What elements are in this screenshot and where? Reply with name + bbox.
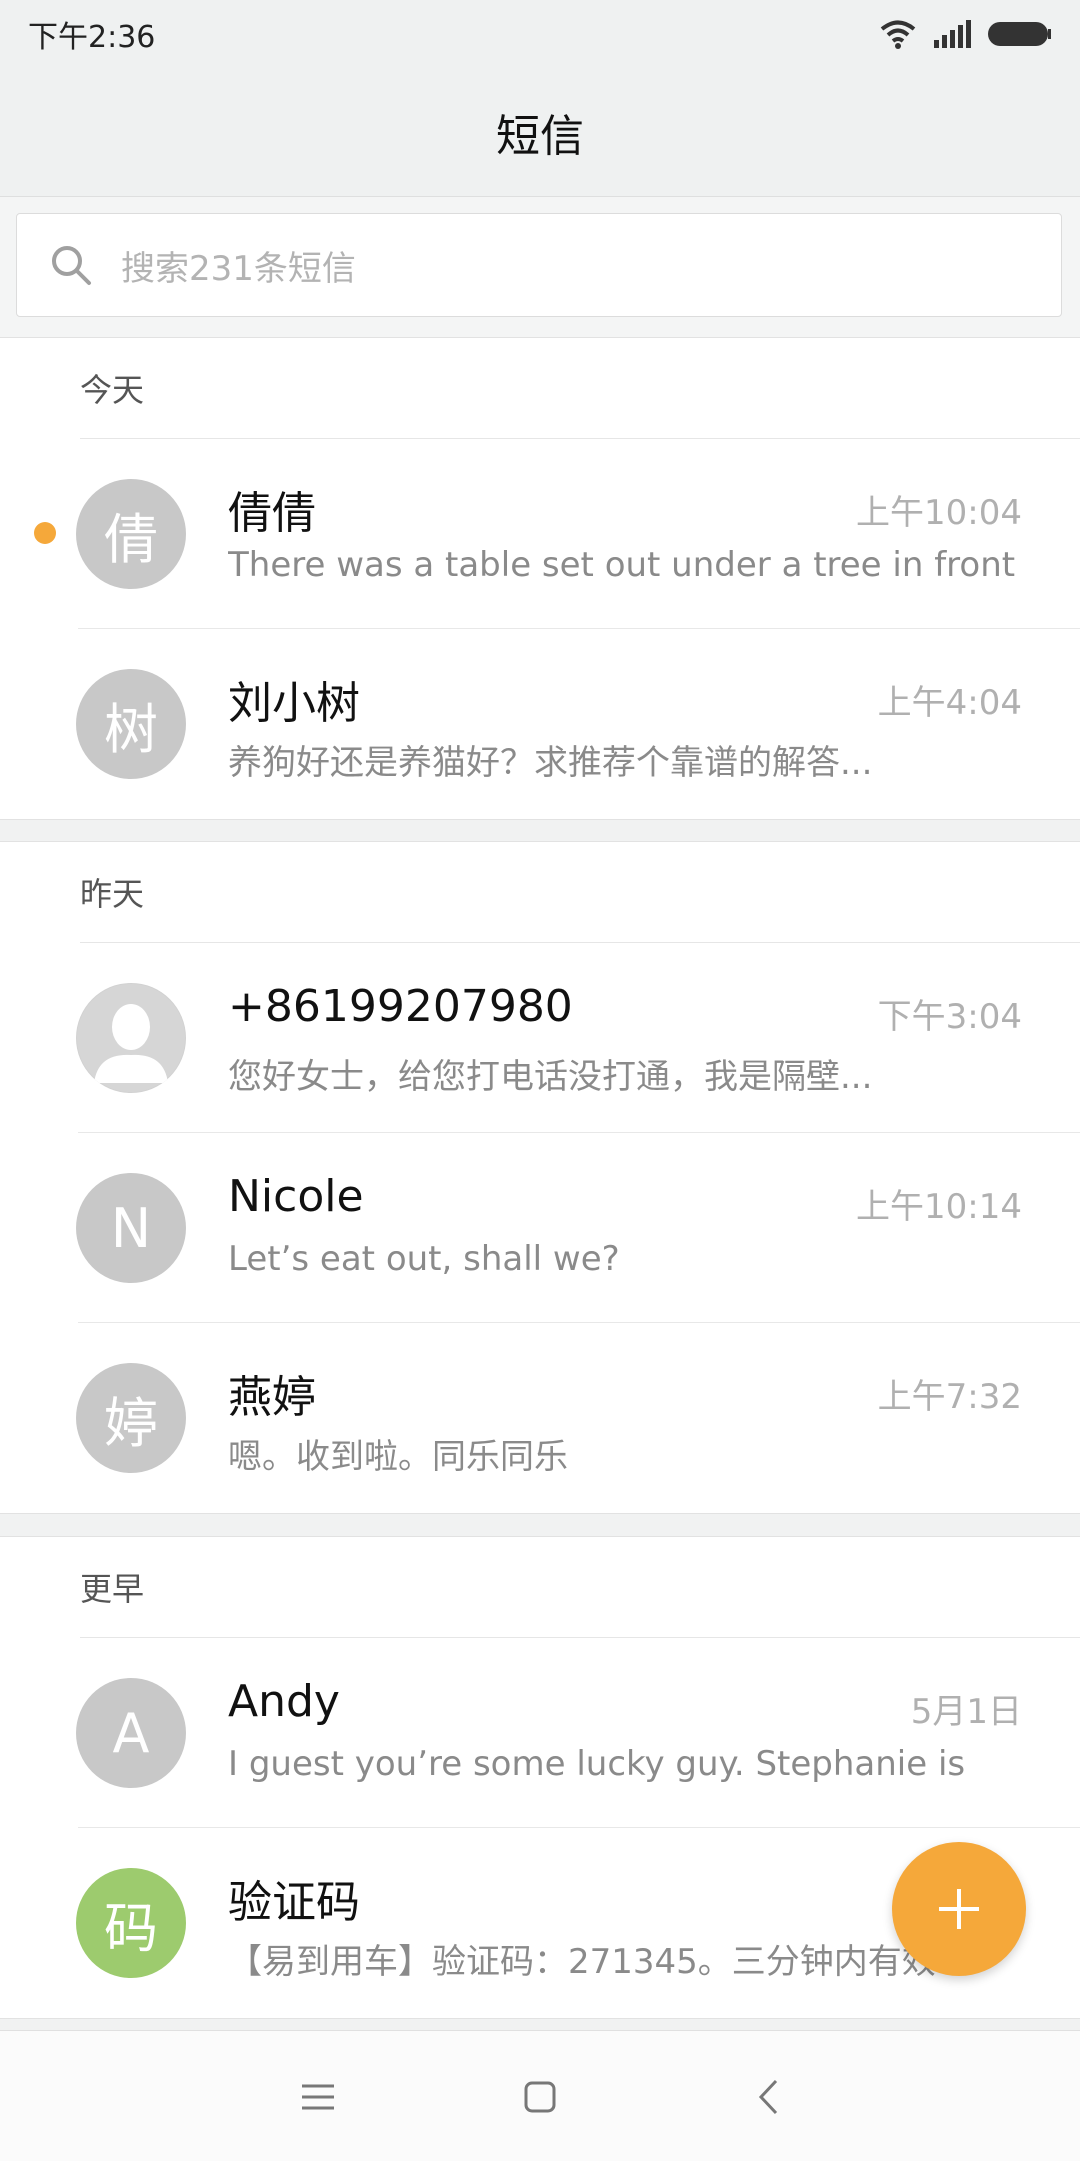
search-input[interactable]: 搜索231条短信 bbox=[16, 213, 1062, 317]
back-icon bbox=[758, 2079, 778, 2115]
app-header: 短信 bbox=[0, 68, 1080, 197]
message-preview: 您好女士，给您打电话没打通，我是隔壁... bbox=[228, 1057, 873, 1097]
conversation-row[interactable]: +86199207980 下午3:04 您好女士，给您打电话没打通，我是隔壁..… bbox=[0, 943, 1080, 1133]
message-preview: There was a table set out under a tree i… bbox=[228, 545, 1023, 585]
page-title: 短信 bbox=[496, 111, 584, 162]
search-icon bbox=[52, 246, 91, 285]
message-preview: 嗯。收到啦。同乐同乐 bbox=[228, 1437, 568, 1477]
menu-icon bbox=[302, 2084, 334, 2110]
contact-name: 燕婷 bbox=[228, 1372, 316, 1423]
contact-name: 倩倩 bbox=[228, 488, 316, 539]
search-area: 搜索231条短信 bbox=[0, 197, 1080, 337]
section-header: 更早 bbox=[80, 1537, 1080, 1638]
section-today: 今天 倩 倩倩 上午10:04 There was a table set ou… bbox=[0, 337, 1080, 820]
wifi-icon bbox=[880, 20, 916, 49]
message-time: 上午10:04 bbox=[856, 493, 1022, 533]
avatar: 码 bbox=[76, 1868, 186, 1978]
section-label: 昨天 bbox=[80, 875, 145, 913]
avatar: 婷 bbox=[76, 1363, 186, 1473]
contact-name: +86199207980 bbox=[228, 981, 573, 1032]
new-message-button[interactable] bbox=[892, 1842, 1026, 1976]
status-time: 下午2:36 bbox=[28, 20, 156, 55]
search-placeholder: 搜索231条短信 bbox=[121, 248, 356, 289]
conversation-row[interactable]: 婷 燕婷 上午7:32 嗯。收到啦。同乐同乐 bbox=[0, 1323, 1080, 1513]
battery-icon bbox=[988, 22, 1051, 46]
conversation-row[interactable]: 树 刘小树 上午4:04 养狗好还是养猫好？求推荐个靠谱的解答... bbox=[0, 629, 1080, 819]
conversation-row[interactable]: 倩 倩倩 上午10:04 There was a table set out u… bbox=[0, 439, 1080, 629]
avatar: N bbox=[76, 1173, 186, 1283]
home-icon bbox=[524, 2081, 556, 2113]
section-label: 更早 bbox=[80, 1570, 145, 1608]
plus-icon bbox=[939, 1889, 979, 1929]
status-bar: 下午2:36 bbox=[0, 0, 1080, 68]
contact-name: 验证码 bbox=[228, 1877, 360, 1928]
message-time: 上午7:32 bbox=[877, 1377, 1022, 1417]
message-preview: I guest you’re some lucky guy. Stephanie… bbox=[228, 1744, 966, 1784]
message-preview: Let’s eat out, shall we? bbox=[228, 1239, 620, 1279]
section-header: 昨天 bbox=[80, 842, 1080, 943]
message-time: 上午10:14 bbox=[856, 1187, 1022, 1227]
contact-name: Nicole bbox=[228, 1171, 364, 1222]
home-button[interactable] bbox=[512, 2069, 568, 2125]
contact-name: 刘小树 bbox=[228, 678, 360, 729]
avatar: 倩 bbox=[76, 479, 186, 589]
section-label: 今天 bbox=[80, 371, 145, 409]
person-placeholder-icon bbox=[76, 983, 186, 1093]
back-button[interactable] bbox=[740, 2069, 796, 2125]
navigation-bar bbox=[0, 2030, 1080, 2161]
message-time: 上午4:04 bbox=[877, 683, 1022, 723]
avatar: 树 bbox=[76, 669, 186, 779]
avatar: A bbox=[76, 1678, 186, 1788]
message-time: 5月1日 bbox=[910, 1692, 1022, 1732]
status-icons bbox=[878, 19, 1052, 49]
menu-button[interactable] bbox=[290, 2069, 346, 2125]
section-header: 今天 bbox=[80, 338, 1080, 439]
signal-icon bbox=[934, 20, 971, 48]
conversation-row[interactable]: N Nicole 上午10:14 Let’s eat out, shall we… bbox=[0, 1133, 1080, 1323]
message-preview: 养狗好还是养猫好？求推荐个靠谱的解答... bbox=[228, 743, 873, 783]
message-time: 下午3:04 bbox=[877, 997, 1022, 1037]
unread-dot bbox=[34, 522, 56, 544]
contact-name: Andy bbox=[228, 1676, 340, 1727]
section-yesterday: 昨天 +86199207980 下午3:04 您好女士，给您打电话没打通，我是隔… bbox=[0, 841, 1080, 1514]
conversation-row[interactable]: A Andy 5月1日 I guest you’re some lucky gu… bbox=[0, 1638, 1080, 1828]
